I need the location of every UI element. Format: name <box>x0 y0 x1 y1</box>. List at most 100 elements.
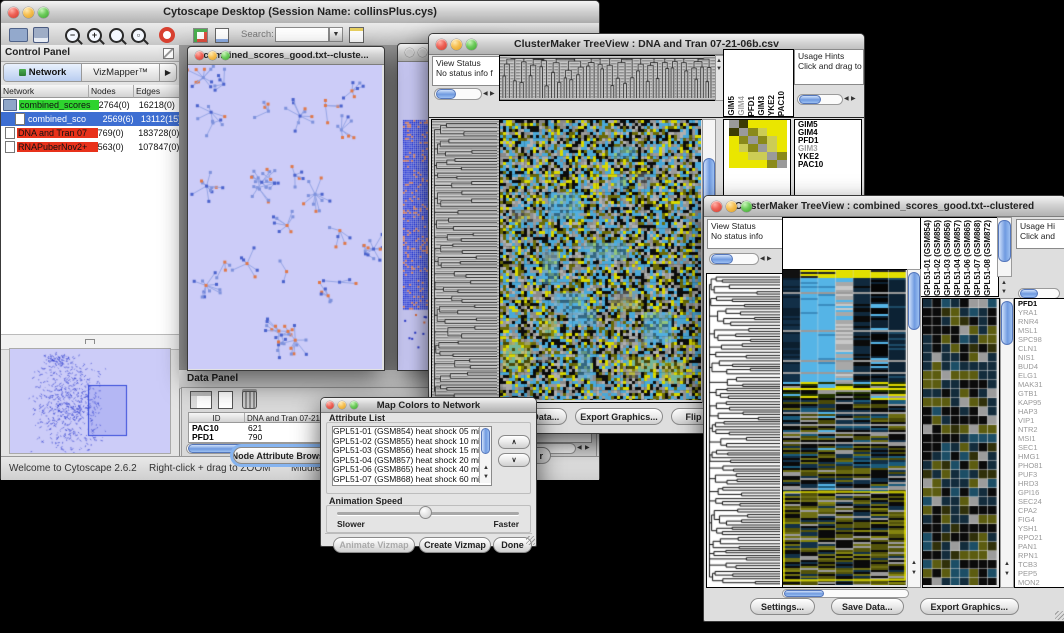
matrix-cell[interactable] <box>739 136 749 144</box>
column-label[interactable]: GIM5 <box>727 96 737 116</box>
matrix-cell[interactable] <box>777 136 787 144</box>
zoom-window-icon[interactable] <box>741 201 752 212</box>
column-dendrogram[interactable] <box>499 55 716 101</box>
labels-vscrollbar[interactable] <box>997 217 1012 277</box>
gene-label[interactable]: VIP1 <box>1018 416 1064 425</box>
scroll-left-icon[interactable]: ◀ <box>844 96 849 102</box>
heatmap-hscrollbar[interactable] <box>782 589 909 598</box>
matrix-cell[interactable] <box>748 160 758 168</box>
matrix-cell[interactable] <box>739 152 749 160</box>
scrollbar-thumb[interactable] <box>799 95 821 104</box>
row-dendrogram-canvas[interactable] <box>707 274 780 585</box>
gene-label[interactable]: HAP3 <box>1018 407 1064 416</box>
scroll-right-icon[interactable]: ▶ <box>585 445 590 451</box>
scrollbar-thumb[interactable] <box>436 89 456 99</box>
treeview-button[interactable]: Settings... <box>750 598 815 615</box>
matrix-cell[interactable] <box>777 120 787 128</box>
tab-vizmapper[interactable]: VizMapper™ <box>82 64 160 81</box>
column-dendrogram-canvas[interactable] <box>500 56 713 98</box>
zoom-window-icon[interactable] <box>466 39 477 50</box>
column-label[interactable]: GPL51-08 (GSM872) <box>983 220 993 296</box>
gene-label[interactable]: PUF3 <box>1018 470 1064 479</box>
zoom-heatmap-canvas[interactable] <box>923 299 997 585</box>
new-attribute-icon[interactable] <box>218 391 233 409</box>
matrix-cell[interactable] <box>777 128 787 136</box>
main-titlebar[interactable]: Cytoscape Desktop (Session Name: collins… <box>1 1 599 24</box>
matrix-cell[interactable] <box>729 144 739 152</box>
matrix-cell[interactable] <box>748 144 758 152</box>
column-label[interactable]: GPL51-03 (GSM856) <box>943 220 953 296</box>
treeview-combined-titlebar[interactable]: ClusterMaker TreeView : combined_scores_… <box>704 196 1064 217</box>
matrix-cell[interactable] <box>739 160 749 168</box>
column-label[interactable]: GPL51-04 (GSM857) <box>953 220 963 296</box>
matrix-cell[interactable] <box>758 152 768 160</box>
float-panel-icon[interactable] <box>163 48 174 59</box>
gene-label[interactable]: TCB3 <box>1018 560 1064 569</box>
delete-attribute-icon[interactable] <box>242 391 257 409</box>
network-row[interactable]: RNAPuberNov2+563(0)107847(0) <box>1 140 179 154</box>
scroll-down-icon[interactable]: ▼ <box>1001 289 1007 295</box>
attribute-list-scrollbar[interactable]: ▲ ▼ <box>479 427 491 483</box>
matrix-cell[interactable] <box>767 120 777 128</box>
scroll-down-icon[interactable]: ▼ <box>911 570 917 576</box>
network-canvas[interactable] <box>188 65 382 369</box>
usage-scrollbar[interactable] <box>797 94 843 105</box>
table-grid-icon[interactable] <box>190 391 212 409</box>
column-header-edges[interactable]: Edges <box>134 85 179 98</box>
matrix-cell[interactable] <box>758 160 768 168</box>
close-icon[interactable] <box>436 39 447 50</box>
row-dendrogram[interactable] <box>431 119 500 403</box>
treeview-button[interactable]: Save Data... <box>831 598 904 615</box>
matrix-cell[interactable] <box>767 144 777 152</box>
node-attribute-browser-tab[interactable]: Node Attribute Browser <box>233 447 331 464</box>
matrix-cell[interactable] <box>729 152 739 160</box>
scroll-left-icon[interactable]: ◀ <box>577 445 582 451</box>
spin-up-icon[interactable]: ▲ <box>716 58 722 64</box>
map-colors-dialog[interactable]: Map Colors to Network Attribute List GPL… <box>320 397 537 547</box>
matrix-cell[interactable] <box>729 160 739 168</box>
network-row[interactable]: DNA and Tran 07769(0)183728(0) <box>1 126 179 140</box>
attribute-table-icon[interactable] <box>349 27 364 43</box>
zoom-window-icon[interactable] <box>350 401 358 409</box>
treeview-button[interactable]: Export Graphics... <box>575 408 663 425</box>
search-dropdown-icon[interactable]: ▼ <box>329 27 343 42</box>
gene-label[interactable]: FIG4 <box>1018 515 1064 524</box>
scrollbar-thumb[interactable] <box>784 590 824 597</box>
search-input[interactable] <box>275 27 329 42</box>
gene-label[interactable]: PAN1 <box>1018 542 1064 551</box>
matrix-cell[interactable] <box>748 136 758 144</box>
create-vizmap-button[interactable]: Create Vizmap <box>419 537 491 553</box>
column-label[interactable]: GPL51-06 (GSM865) <box>963 220 973 296</box>
zoom-window-icon[interactable] <box>38 7 49 18</box>
gene-label[interactable]: RPN1 <box>1018 551 1064 560</box>
gene-label[interactable]: NIS1 <box>1018 353 1064 362</box>
gene-label[interactable]: CPA2 <box>1018 506 1064 515</box>
close-icon[interactable] <box>8 7 19 18</box>
scrollbar-thumb[interactable] <box>711 254 733 264</box>
close-icon[interactable] <box>711 201 722 212</box>
matrix-cell[interactable] <box>739 144 749 152</box>
scroll-up-icon[interactable]: ▲ <box>483 465 489 471</box>
zoom-in-icon[interactable]: + <box>87 28 102 43</box>
scrollbar-thumb[interactable] <box>1020 289 1038 298</box>
global-heatmap[interactable] <box>499 119 704 403</box>
column-label[interactable]: YKE2 <box>767 95 777 116</box>
gene-label[interactable]: CLN1 <box>1018 344 1064 353</box>
matrix-cell[interactable] <box>758 144 768 152</box>
birdseye-view[interactable] <box>9 348 171 454</box>
column-label[interactable]: PAC10 <box>777 91 787 116</box>
gene-label[interactable]: YRA1 <box>1018 308 1064 317</box>
treeview-button[interactable]: Export Graphics... <box>920 598 1020 615</box>
minimize-icon[interactable] <box>208 51 217 60</box>
zoom-fit-icon[interactable]: ▫ <box>131 28 146 43</box>
tab-network[interactable]: Network <box>4 64 82 81</box>
matrix-cell[interactable] <box>767 160 777 168</box>
save-session-icon[interactable] <box>33 27 49 43</box>
gene-label[interactable]: HRD3 <box>1018 479 1064 488</box>
zoom-out-icon[interactable]: − <box>65 28 80 43</box>
matrix-cell[interactable] <box>758 120 768 128</box>
heatmap-vscrollbar[interactable]: ▲ ▼ <box>907 269 921 588</box>
scroll-left-icon[interactable]: ◀ <box>483 91 488 97</box>
gene-label[interactable]: HMG1 <box>1018 452 1064 461</box>
view-status-scrollbar[interactable] <box>434 88 482 100</box>
